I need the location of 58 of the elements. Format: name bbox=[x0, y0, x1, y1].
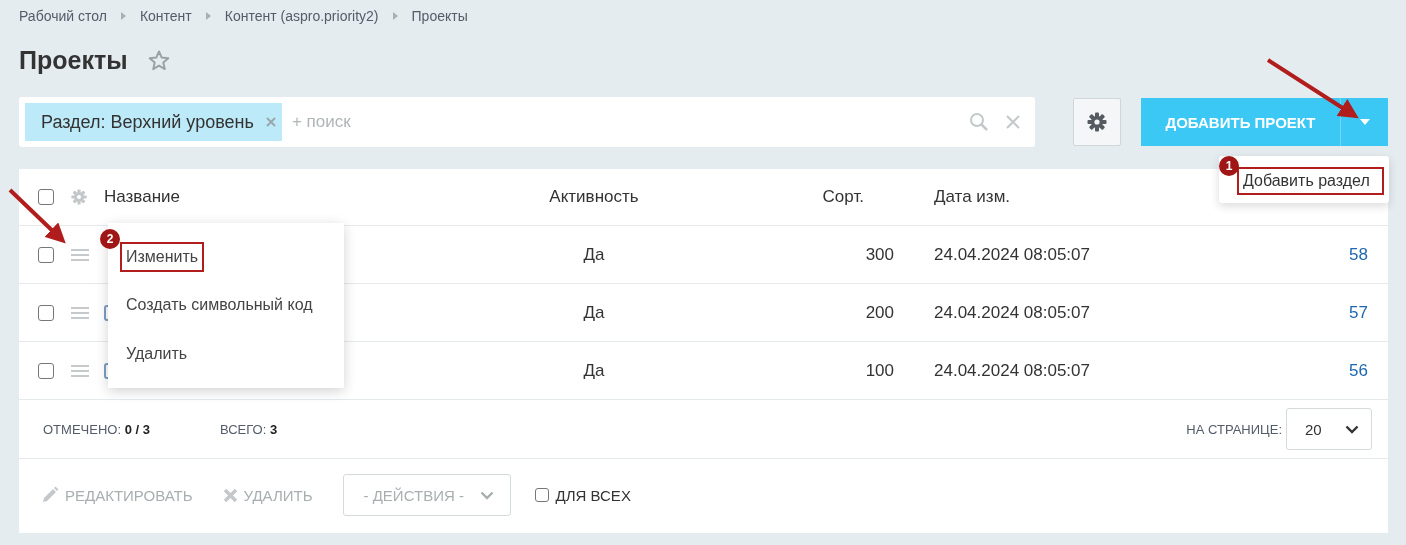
pencil-icon[interactable] bbox=[41, 486, 59, 504]
breadcrumb-link[interactable]: Рабочий стол bbox=[19, 8, 107, 24]
checkbox[interactable] bbox=[38, 246, 54, 263]
column-header[interactable]: Название bbox=[104, 187, 484, 207]
column-header[interactable]: Сорт. bbox=[704, 187, 894, 207]
table-cell-text: 100 bbox=[864, 360, 894, 381]
close-icon[interactable] bbox=[265, 117, 276, 127]
column-header[interactable]: Активность bbox=[484, 187, 704, 207]
total-count: ВСЕГО: 3 bbox=[219, 421, 278, 437]
gear-icon[interactable] bbox=[71, 189, 87, 205]
filter-tag[interactable]: Раздел: Верхний уровень bbox=[25, 103, 282, 141]
caret-right-icon bbox=[120, 12, 126, 20]
menu-item[interactable]: Добавить раздел bbox=[1237, 167, 1384, 195]
chevron-down-icon[interactable] bbox=[1345, 424, 1359, 434]
table-cell-text: Да bbox=[582, 302, 606, 323]
menu-item[interactable]: Изменить bbox=[120, 242, 205, 272]
caret-right-icon bbox=[205, 12, 211, 20]
table-cell-text: 24.04.2024 08:05:07 bbox=[934, 244, 1091, 265]
checkbox-label: ДЛЯ ВСЕХ bbox=[555, 486, 631, 504]
checkbox[interactable] bbox=[534, 488, 549, 502]
breadcrumb-link[interactable]: Контент bbox=[139, 8, 192, 24]
table-cell-text: Да bbox=[582, 244, 606, 265]
table-cell-text: 300 bbox=[864, 244, 894, 265]
marked-count: ОТМЕЧЕНО: 0 / 3 bbox=[43, 421, 150, 437]
close-icon[interactable] bbox=[1005, 114, 1021, 130]
breadcrumb-link[interactable]: Проекты bbox=[411, 8, 468, 24]
filter-field[interactable]: Раздел: Верхний уровень + поиск bbox=[19, 97, 1035, 147]
table-cell-text: 24.04.2024 08:05:07 bbox=[934, 302, 1091, 323]
menu-item[interactable]: Создать символьный код bbox=[120, 282, 319, 327]
per-page-label: НА СТРАНИЦЕ: bbox=[1186, 421, 1282, 437]
star-icon[interactable] bbox=[147, 49, 170, 71]
column-header[interactable]: Дата изм. bbox=[934, 187, 1184, 207]
close-icon[interactable] bbox=[222, 487, 238, 503]
step-badge: 2 bbox=[100, 229, 120, 249]
id-link[interactable]: 56 bbox=[1349, 360, 1368, 381]
id-link[interactable]: 58 bbox=[1349, 244, 1368, 265]
settings-button[interactable] bbox=[1073, 98, 1121, 146]
filter-tag-label: Раздел: Верхний уровень bbox=[41, 111, 254, 133]
checkbox[interactable] bbox=[38, 362, 54, 379]
per-page-select[interactable]: 20 bbox=[1286, 408, 1372, 450]
menu-item[interactable]: Удалить bbox=[120, 331, 194, 376]
search-icon[interactable] bbox=[969, 112, 989, 132]
settings-icon[interactable] bbox=[1087, 112, 1107, 132]
table-cell-text: 200 bbox=[864, 302, 894, 323]
caret-down-icon[interactable] bbox=[1359, 119, 1370, 125]
step-badge: 1 bbox=[1219, 156, 1239, 176]
menu-icon[interactable] bbox=[71, 248, 89, 261]
table-cell-text: Да bbox=[582, 360, 606, 381]
checkbox[interactable] bbox=[38, 189, 54, 205]
breadcrumb-link[interactable]: Контент (aspro.priority2) bbox=[224, 8, 379, 24]
table-cell-text: 24.04.2024 08:05:07 bbox=[934, 360, 1091, 381]
checkbox[interactable] bbox=[38, 304, 54, 321]
annotation-arrow bbox=[8, 188, 66, 244]
id-link[interactable]: 57 bbox=[1349, 302, 1368, 323]
page-title: Проекты bbox=[19, 45, 128, 75]
caret-right-icon bbox=[392, 12, 398, 20]
menu-icon[interactable] bbox=[71, 306, 89, 319]
menu-icon[interactable] bbox=[71, 364, 89, 377]
